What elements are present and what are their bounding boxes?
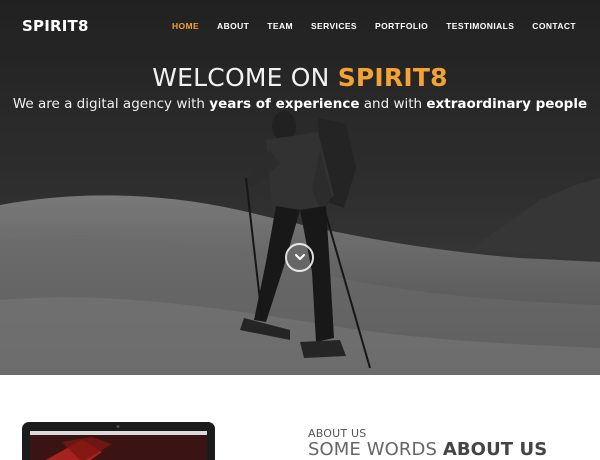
tagline-part-1: We are a digital agency with [12, 96, 210, 112]
tagline-bold-1: years of experience [209, 96, 360, 112]
about-heading: SOME WORDS ABOUT US [308, 439, 547, 460]
hero-title-brand: SPIRIT8 [337, 63, 448, 92]
nav-item-home[interactable]: HOME [172, 21, 199, 31]
hero-section: SPIRIT8 HOME ABOUT TEAM SERVICES PORTFOL… [0, 0, 600, 375]
nav-item-services[interactable]: SERVICES [311, 21, 357, 31]
laptop-mockup-image [22, 422, 215, 460]
nav-item-testimonials[interactable]: TESTIMONIALS [446, 21, 514, 31]
about-section: ABOUT US SOME WORDS ABOUT US [0, 375, 600, 460]
nav-item-about[interactable]: ABOUT [217, 21, 249, 31]
nav-item-portfolio[interactable]: PORTFOLIO [375, 21, 428, 31]
tagline-part-2: and with [359, 96, 427, 112]
scroll-down-button[interactable] [285, 243, 314, 272]
about-heading-bold: ABOUT US [442, 439, 548, 460]
about-heading-light: SOME WORDS [308, 439, 443, 460]
hero-title: WELCOME ON SPIRIT8 [0, 63, 600, 92]
hero-title-prefix: WELCOME ON [152, 63, 338, 92]
hero-background-image [0, 0, 600, 375]
tagline-bold-2: extraordinary people [426, 96, 588, 112]
nav-item-contact[interactable]: CONTACT [532, 21, 576, 31]
top-navigation: SPIRIT8 HOME ABOUT TEAM SERVICES PORTFOL… [0, 0, 600, 52]
hero-tagline: We are a digital agency with years of ex… [0, 96, 600, 112]
nav-menu: HOME ABOUT TEAM SERVICES PORTFOLIO TESTI… [172, 21, 576, 31]
chevron-down-icon [294, 254, 305, 260]
nav-item-team[interactable]: TEAM [267, 21, 293, 31]
site-logo[interactable]: SPIRIT8 [22, 17, 89, 35]
